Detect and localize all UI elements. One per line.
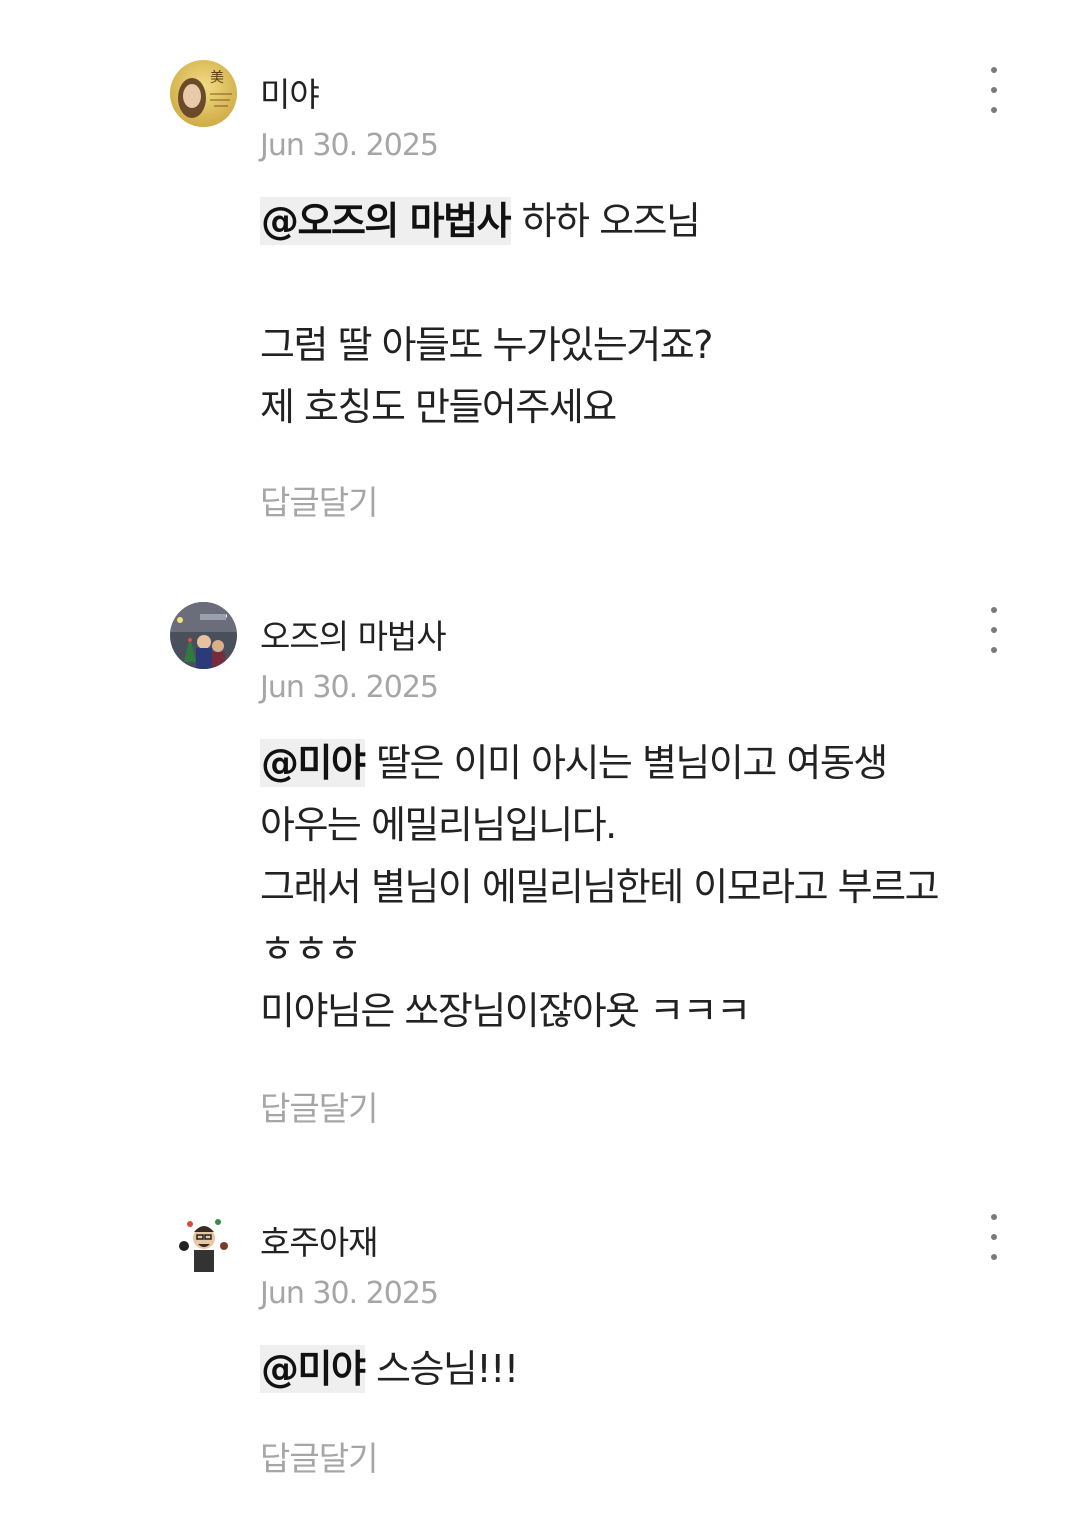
comment-author[interactable]: 오즈의 마법사 — [260, 610, 447, 658]
more-vertical-icon-dot — [991, 627, 997, 633]
comment-date: Jun 30. 2025 — [260, 670, 439, 705]
more-options-button[interactable] — [978, 604, 1010, 660]
reply-button[interactable]: 답글달기 — [260, 1082, 378, 1130]
more-options-button[interactable] — [978, 64, 1010, 120]
comment-author[interactable]: 미야 — [260, 68, 320, 116]
more-vertical-icon — [991, 67, 997, 73]
reply-button[interactable]: 답글달기 — [260, 1432, 378, 1480]
avatar[interactable]: 美 — [170, 60, 237, 127]
comment-date: Jun 30. 2025 — [260, 128, 439, 163]
more-vertical-icon-dot — [991, 107, 997, 113]
comment-line: 미야님은 쏘장님이잖아욧 ㅋㅋㅋ — [260, 989, 751, 1033]
more-vertical-icon-dot — [991, 1254, 997, 1260]
avatar[interactable] — [170, 602, 237, 669]
comment-line: 아우는 에밀리님입니다. — [260, 803, 617, 847]
more-vertical-icon — [991, 607, 997, 613]
comment-date: Jun 30. 2025 — [260, 1276, 439, 1311]
comment-line: 제 호칭도 만들어주세요 — [260, 385, 617, 429]
more-vertical-icon-dot — [991, 1234, 997, 1240]
more-vertical-icon — [991, 1214, 997, 1220]
more-vertical-icon-dot — [991, 647, 997, 653]
more-vertical-icon-dot — [991, 87, 997, 93]
reply-button[interactable]: 답글달기 — [260, 476, 378, 524]
avatar-image — [170, 1208, 237, 1275]
comment-text: 하하 오즈님 — [511, 199, 701, 243]
comment-body: @오즈의 마법사 하하 오즈님 그럼 딸 아들또 누가있는거죠? 제 호칭도 만… — [260, 190, 1020, 438]
comment-text: 딸은 이미 아시는 별님이고 여동생 — [365, 741, 888, 785]
avatar-image — [170, 602, 237, 669]
comment-text: 스승님!!! — [365, 1347, 519, 1391]
avatar-glyph: 美 — [210, 70, 224, 86]
avatar[interactable] — [170, 1208, 237, 1275]
comment-body: @미야 스승님!!! — [260, 1338, 1020, 1400]
mention-link[interactable]: @오즈의 마법사 — [260, 197, 512, 245]
avatar-image: 美 — [170, 60, 237, 127]
comment-body: @미야 딸은 이미 아시는 별님이고 여동생 아우는 에밀리님입니다. 그래서 … — [260, 732, 1020, 1042]
comment-line: @미야 딸은 이미 아시는 별님이고 여동생 — [260, 732, 1020, 794]
comment-line: 그래서 별님이 에밀리님한테 이모라고 부르고 — [260, 865, 940, 909]
mention-link[interactable]: @미야 — [260, 739, 366, 787]
mention-link[interactable]: @미야 — [260, 1345, 366, 1393]
comment-line: 그럼 딸 아들또 누가있는거죠? — [260, 323, 713, 367]
comment-line — [260, 252, 1020, 314]
comment-author[interactable]: 호주아재 — [260, 1216, 378, 1264]
comment-line: @미야 스승님!!! — [260, 1338, 1020, 1400]
more-options-button[interactable] — [978, 1211, 1010, 1267]
comment-line: @오즈의 마법사 하하 오즈님 — [260, 190, 1020, 252]
comment-line: ㅎㅎㅎ — [260, 927, 362, 971]
